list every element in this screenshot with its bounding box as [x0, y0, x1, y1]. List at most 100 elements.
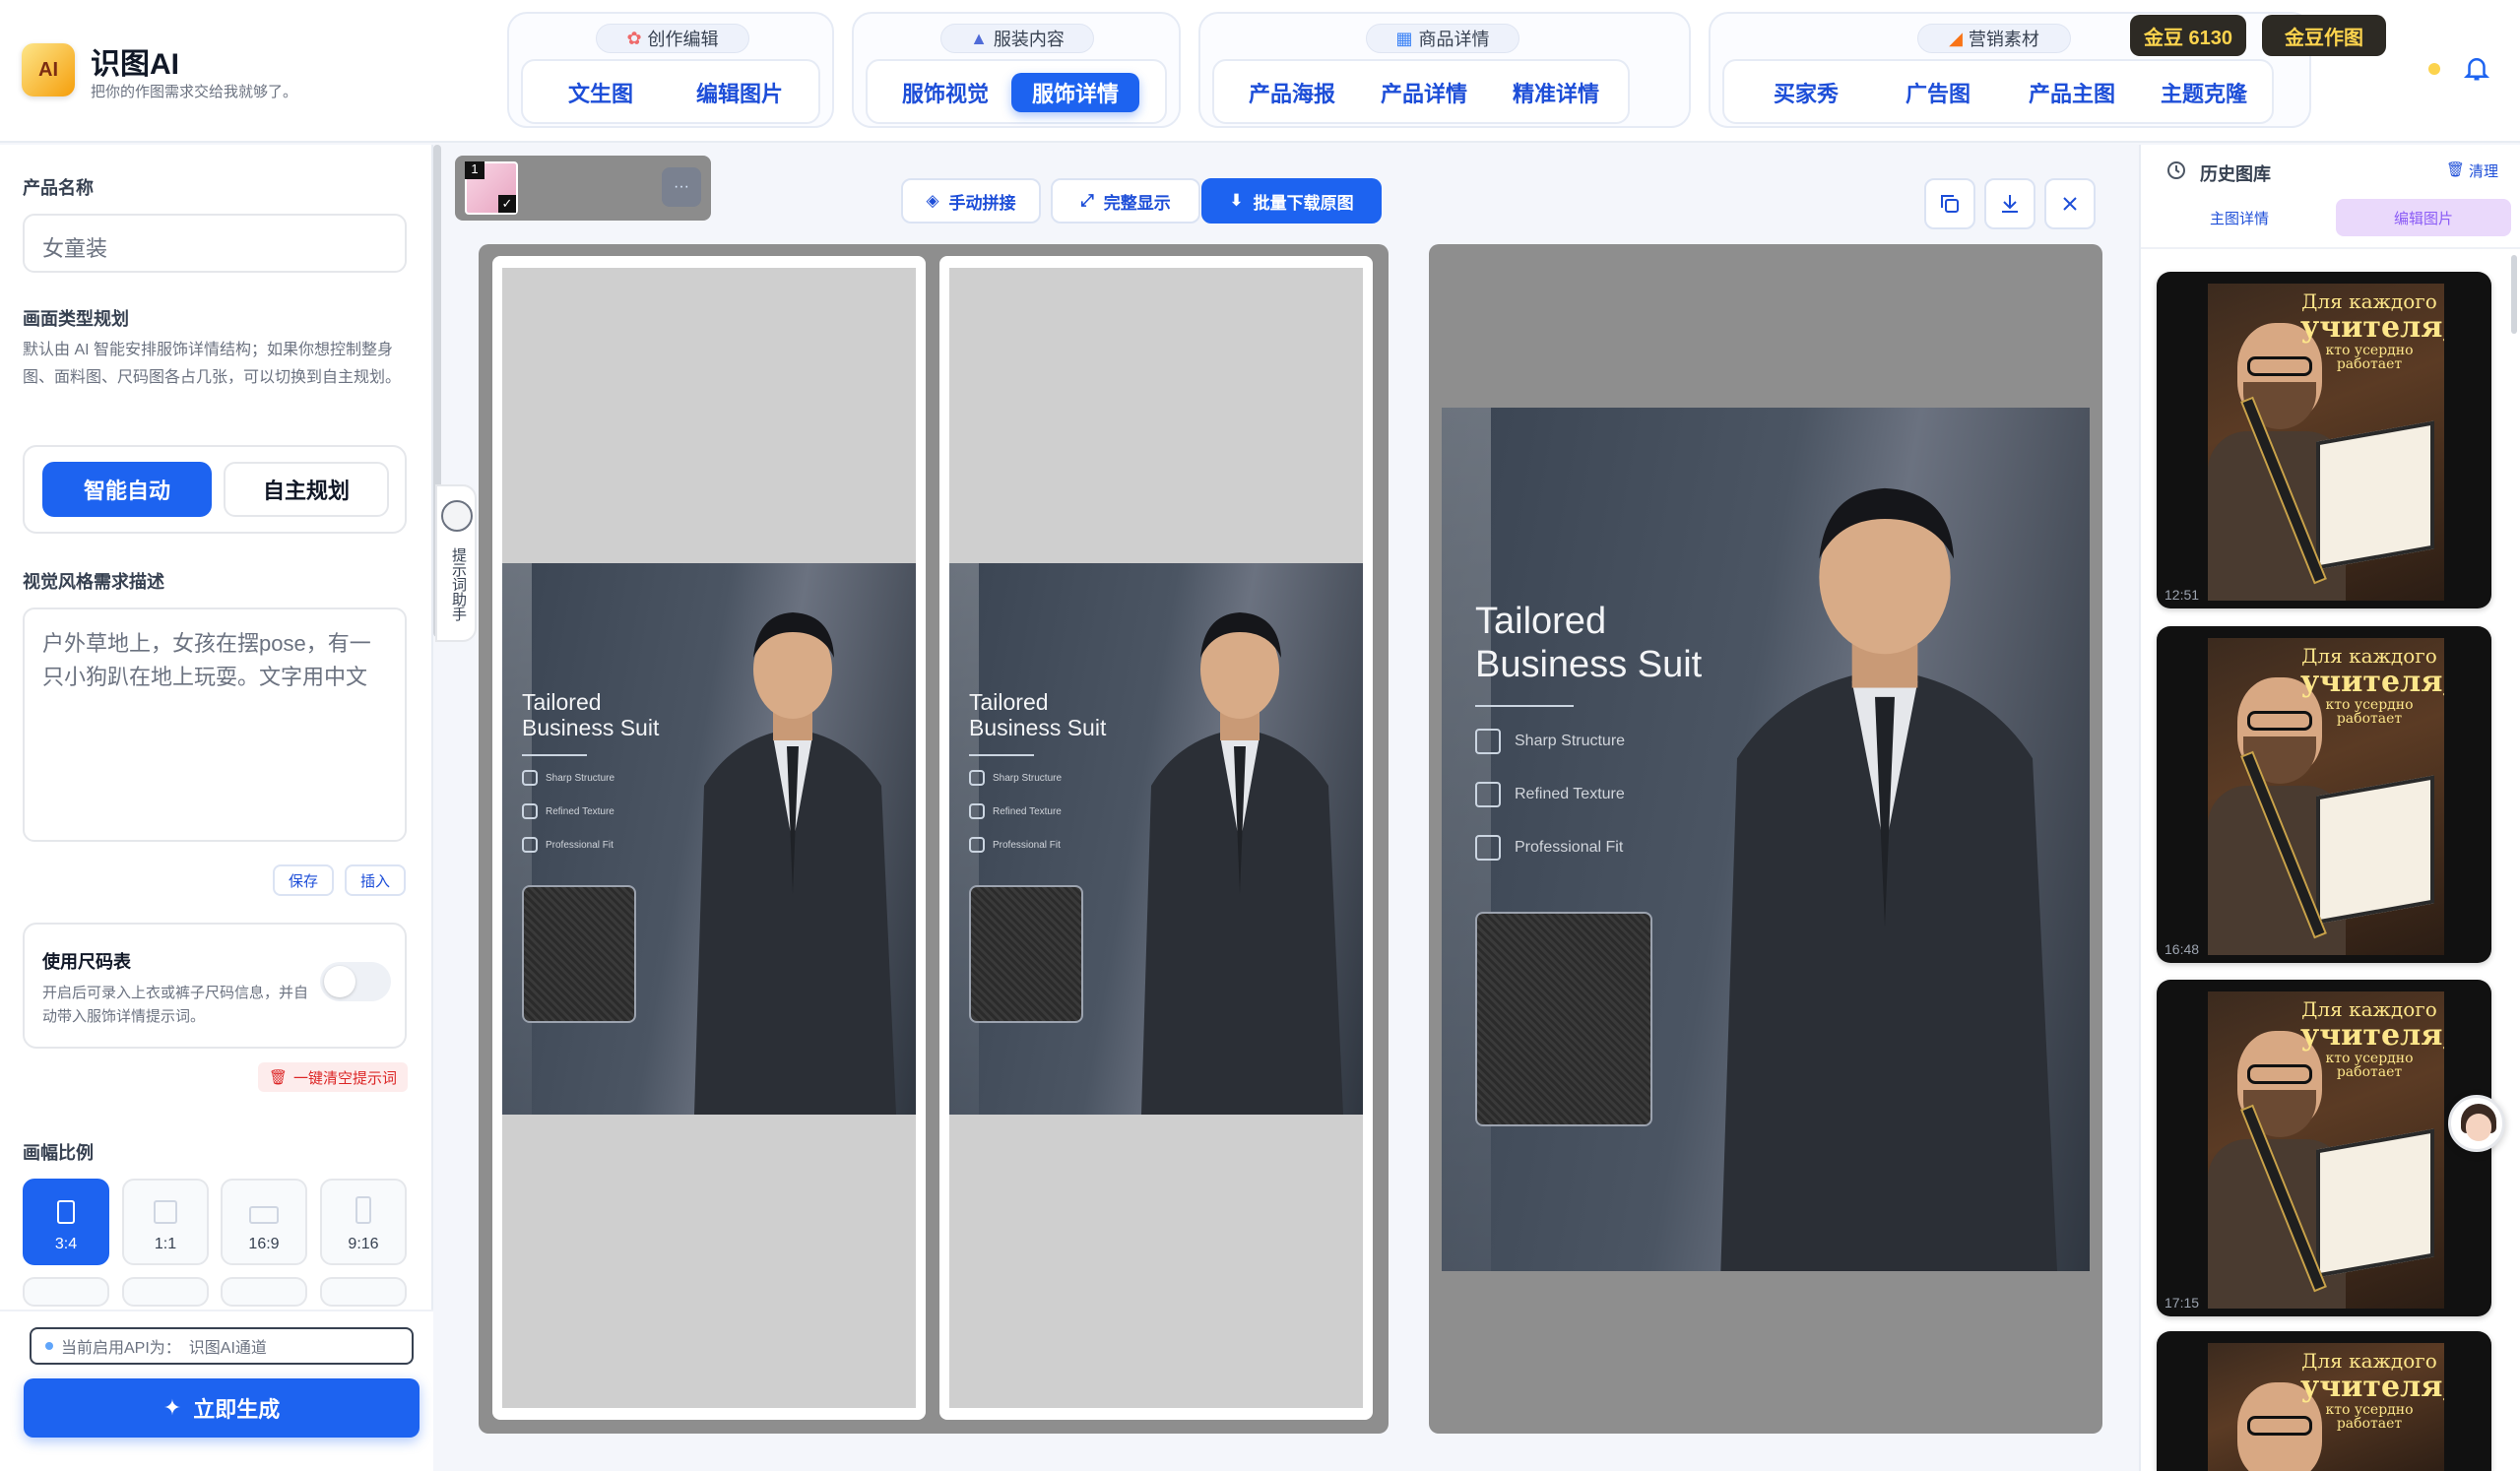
preview-column-1[interactable]: Tailored Business Suit Sharp Structure Re…: [492, 256, 926, 1420]
nav-row: 文生图 编辑图片: [521, 59, 820, 124]
nav-item-main-image[interactable]: 产品主图: [2008, 73, 2136, 112]
person-icon: [522, 837, 538, 853]
prompt-assistant-tab[interactable]: 提示词助手: [435, 484, 477, 642]
download-icon[interactable]: [1984, 178, 2035, 229]
preview-column-2[interactable]: Tailored Business Suit Sharp Structure Re…: [939, 256, 1373, 1420]
bell-icon[interactable]: [2462, 53, 2491, 83]
mode-manual-button[interactable]: 自主规划: [224, 462, 389, 517]
thumbnail-strip: 1 ✓ ···: [455, 156, 711, 221]
texture-icon: [522, 803, 538, 819]
shirt-icon: [522, 770, 538, 786]
texture-icon: [1475, 782, 1501, 807]
product-name-input[interactable]: 女童装: [23, 214, 407, 273]
nav-item-product-poster[interactable]: 产品海报: [1228, 73, 1356, 112]
thumbnail-count-badge: 1: [465, 161, 485, 179]
app-logo[interactable]: AI: [22, 43, 75, 96]
ratio-option-more[interactable]: [221, 1277, 307, 1307]
feature-label: Sharp Structure: [546, 772, 615, 784]
tab-main-detail[interactable]: 主图详情: [2161, 199, 2318, 236]
shop-icon: ▦: [1395, 28, 1413, 48]
size-chart-toggle[interactable]: [320, 962, 391, 1001]
nav-item-theme-clone[interactable]: 主题克隆: [2140, 73, 2268, 112]
ratio-option-more[interactable]: [122, 1277, 209, 1307]
nav-group-title: ✿ 创作编辑: [596, 24, 749, 53]
generate-button[interactable]: ✦ 立即生成: [24, 1378, 420, 1438]
nav-item-ad-image[interactable]: 广告图: [1874, 73, 2002, 112]
history-timestamp: 12:51: [2165, 587, 2200, 603]
ratio-option-9-16[interactable]: 9:16: [320, 1179, 407, 1265]
style-desc-textarea[interactable]: 户外草地上，女孩在摆pose，有一只小狗趴在地上玩耍。文字用中文: [23, 608, 407, 842]
insert-button[interactable]: 插入: [345, 864, 406, 896]
copy-icon[interactable]: [1924, 178, 1975, 229]
clear-history-button[interactable]: 🗑 清理: [2446, 160, 2498, 181]
history-item[interactable]: Для каждого учителя, кто усердно работает 1…: [2157, 626, 2491, 963]
nav-item-buyer-show[interactable]: 买家秀: [1742, 73, 1870, 112]
ratio-option-3-4[interactable]: 3:4: [23, 1179, 109, 1265]
poster-title-line1: Tailored: [1475, 601, 1607, 642]
poster-title-line2: Business Suit: [969, 715, 1107, 741]
more-options-button[interactable]: ···: [662, 167, 701, 207]
history-thumbnail: Для каждого учителя, кто усердно работает: [2208, 638, 2444, 955]
clear-prompt-button[interactable]: 🗑 一键清空提示词: [258, 1062, 408, 1092]
ratio-option-1-1[interactable]: 1:1: [122, 1179, 209, 1265]
model-figure: [1141, 612, 1343, 1115]
history-item[interactable]: Для каждого учителя, кто усердно работает: [2157, 1331, 2491, 1471]
feature-label: Refined Texture: [1515, 786, 1625, 802]
app-name: 识图AI: [91, 48, 179, 81]
folder-download-icon: ⬇: [1229, 191, 1244, 210]
nav-row: 买家秀 广告图 产品主图 主题克隆: [1722, 59, 2274, 124]
api-channel-indicator: 当前启用API为： 识图AI通道: [30, 1327, 414, 1365]
feature-label: Refined Texture: [993, 805, 1062, 817]
megaphone-icon: ◢: [1949, 28, 1963, 48]
tab-edit-image[interactable]: 编辑图片: [2336, 199, 2511, 236]
history-timestamp: 16:48: [2165, 941, 2200, 957]
poster-title-line2: Business Suit: [1475, 643, 1703, 685]
poster-image: Tailored Business Suit Sharp Structure Re…: [949, 563, 1363, 1115]
coin-draw-button[interactable]: 金豆作图: [2262, 15, 2386, 56]
trash-icon: 🗑: [268, 1069, 289, 1086]
assistant-avatar[interactable]: [2448, 1095, 2505, 1152]
manual-stitch-button[interactable]: ◈ 手动拼接: [901, 178, 1041, 224]
history-thumbnail: Для каждого учителя, кто усердно работает: [2208, 1343, 2444, 1471]
fabric-swatch: [522, 885, 636, 1023]
thumbnail-item[interactable]: 1 ✓: [465, 161, 518, 215]
poster-title-line1: Tailored: [522, 689, 602, 715]
history-item[interactable]: Для каждого учителя, кто усердно работает 1…: [2157, 980, 2491, 1316]
person-icon: [1475, 835, 1501, 861]
coin-balance-button[interactable]: 金豆 6130: [2130, 15, 2246, 56]
nav-group-product-detail: ▦ 商品详情 产品海报 产品详情 精准详情: [1198, 12, 1691, 128]
size-chart-card: 使用尺码表 开启后可录入上衣或裤子尺码信息，并自动带入服饰详情提示词。: [23, 923, 407, 1049]
nav-row: 产品海报 产品详情 精准详情: [1212, 59, 1630, 124]
ratio-option-16-9[interactable]: 16:9: [221, 1179, 307, 1265]
poster-image-large[interactable]: Tailored Business Suit Sharp Structure Re…: [1442, 408, 2090, 1271]
checkbox-checked-icon[interactable]: ✓: [498, 195, 516, 213]
nav-item-text-to-image[interactable]: 文生图: [537, 73, 665, 112]
nav-item-precise-detail[interactable]: 精准详情: [1492, 73, 1620, 112]
size-chart-description: 开启后可录入上衣或裤子尺码信息，并自动带入服饰详情提示词。: [42, 985, 309, 1025]
nav-item-apparel-detail[interactable]: 服饰详情: [1011, 73, 1139, 112]
nav-item-edit-image[interactable]: 编辑图片: [671, 73, 808, 112]
ratio-option-more[interactable]: [23, 1277, 109, 1307]
app-slogan: 把你的作图需求交给我就够了。: [91, 84, 298, 100]
nav-item-apparel-visual[interactable]: 服饰视觉: [881, 73, 1009, 112]
history-scrollbar[interactable]: [2511, 255, 2517, 334]
ratio-option-more[interactable]: [320, 1277, 407, 1307]
top-header: AI 识图AI 把你的作图需求交给我就够了。 ✿ 创作编辑 文生图 编辑图片 ▲…: [0, 0, 2520, 143]
full-display-button[interactable]: ⤢ 完整显示: [1051, 178, 1200, 224]
left-settings-panel: 产品名称 女童装 画面类型规划 默认由 AI 智能安排服饰详情结构；如果你想控制…: [0, 145, 433, 1471]
nav-group-apparel: ▲ 服装内容 服饰视觉 服饰详情: [852, 12, 1181, 128]
nav-item-product-detail[interactable]: 产品详情: [1360, 73, 1488, 112]
save-button[interactable]: 保存: [273, 864, 334, 896]
aspect-ratio-label: 画幅比例: [23, 1143, 94, 1163]
poster-title-line2: Business Suit: [522, 715, 660, 741]
mode-auto-button[interactable]: 智能自动: [42, 462, 212, 517]
api-status-dot: [45, 1342, 53, 1350]
history-timestamp: 17:15: [2165, 1295, 2200, 1311]
batch-download-button[interactable]: ⬇ 批量下载原图: [1201, 178, 1382, 224]
square-icon: [154, 1200, 177, 1224]
history-item[interactable]: Для каждого учителя, кто усердно работает 1…: [2157, 272, 2491, 608]
close-icon[interactable]: [2044, 178, 2096, 229]
prompt-assistant-label: 提示词助手: [450, 547, 467, 621]
sparkle-icon: ✦: [162, 1395, 182, 1420]
single-preview-canvas: Tailored Business Suit Sharp Structure Re…: [1429, 244, 2102, 1434]
